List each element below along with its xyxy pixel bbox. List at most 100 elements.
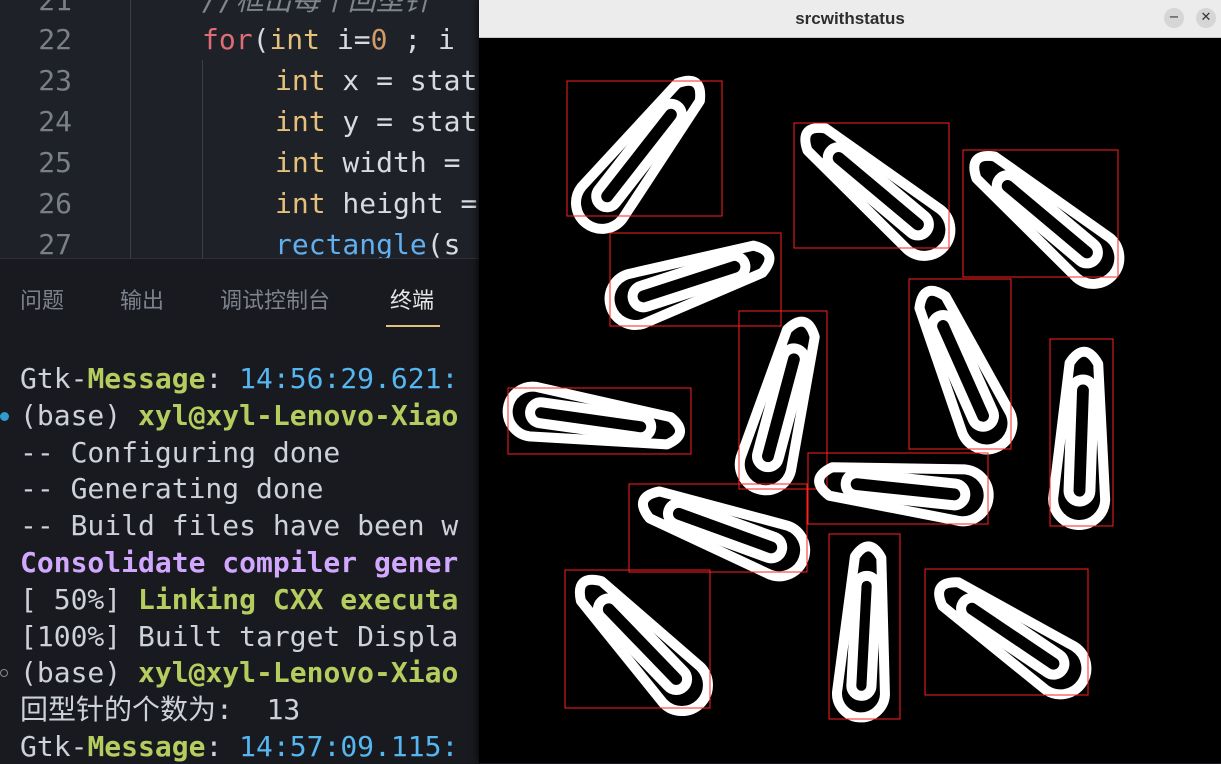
- paperclip-outer-loop: [969, 150, 1125, 289]
- code-token: int: [275, 105, 326, 138]
- code-line[interactable]: 26 int height =: [0, 183, 480, 224]
- minimize-button[interactable]: −: [1164, 8, 1184, 28]
- paperclip: [571, 75, 706, 234]
- paperclip-outer-loop: [638, 486, 811, 582]
- code-text: //框出每个回型针: [202, 0, 432, 21]
- window-titlebar[interactable]: srcwithstatus − ✕: [479, 0, 1221, 38]
- terminal-text: -- Configuring done: [20, 435, 341, 469]
- terminal-text: Consolidate compiler gener: [20, 546, 459, 579]
- terminal-text: -- Build files have been w: [20, 509, 459, 543]
- code-token: y = stat: [325, 105, 478, 138]
- terminal-text: (base): [20, 656, 139, 690]
- terminal-text: Linking CXX executa: [138, 582, 459, 616]
- line-number: 21: [38, 0, 72, 17]
- paperclip: [574, 574, 713, 717]
- terminal-text: [ 50%]: [20, 582, 139, 616]
- panel-tab[interactable]: 终端: [390, 283, 434, 315]
- paperclip: [638, 486, 811, 582]
- paperclip-outer-loop: [604, 240, 775, 330]
- code-text: int y = stat: [275, 101, 477, 142]
- terminal-text: :: [205, 362, 240, 395]
- terminal-line: [100%] Built target Displa: [20, 619, 458, 655]
- code-editor[interactable]: 21 //框出每个回型针 22 for(int i=0 ; i 23 int x = st…: [0, 0, 480, 258]
- terminal-line: (base) xyl@xyl-Lenovo-Xiao: [20, 398, 458, 434]
- image-canvas: [502, 75, 1125, 723]
- code-token: (s: [426, 228, 461, 258]
- terminal-text: Message: [87, 730, 206, 763]
- line-number: 24: [38, 105, 72, 138]
- paperclip: [914, 285, 1018, 455]
- terminal-line: Consolidate compiler gener: [20, 545, 458, 581]
- terminal-text: Gtk-: [20, 730, 88, 763]
- paperclip: [734, 316, 820, 496]
- command-status-dot-icon: [0, 669, 8, 678]
- code-token: for: [202, 23, 253, 56]
- paperclip: [832, 541, 890, 723]
- paperclip: [502, 381, 685, 450]
- panel-tab[interactable]: 输出: [120, 283, 164, 315]
- close-icon: ✕: [1200, 10, 1212, 25]
- code-text: int x = stat: [275, 60, 477, 101]
- paperclip-inner-loop: [846, 570, 882, 701]
- code-text: int height =: [275, 183, 477, 224]
- paperclip-outer-loop: [934, 577, 1092, 700]
- paperclip: [1048, 346, 1111, 530]
- paperclip-outer-loop: [571, 75, 706, 234]
- terminal-line: (base) xyl@xyl-Lenovo-Xiao: [20, 655, 458, 691]
- line-number: 22: [38, 23, 72, 56]
- command-status-dot-icon: [0, 411, 9, 421]
- paperclip-outer-loop: [800, 122, 956, 261]
- code-token: int: [269, 23, 321, 56]
- code-text: rectangle(s: [275, 224, 460, 258]
- terminal-line: -- Generating done: [20, 471, 323, 507]
- code-line[interactable]: 24 int y = stat: [0, 101, 480, 142]
- paperclip: [969, 150, 1125, 289]
- code-token: int: [275, 187, 326, 220]
- terminal-text: 14:56:29.621:: [239, 362, 459, 395]
- close-button[interactable]: ✕: [1196, 8, 1216, 28]
- terminal-text: 回型针的个数为: 13: [20, 693, 301, 727]
- code-token: x = stat: [325, 64, 478, 97]
- line-number: 25: [38, 146, 72, 179]
- terminal-text: [100%] Built target Displa: [20, 619, 459, 653]
- terminal-line: -- Configuring done: [20, 435, 340, 471]
- code-token: //框出每个回型针: [202, 0, 432, 17]
- terminal-text: :: [205, 730, 240, 763]
- terminal-text: xyl@xyl-Lenovo-Xiao: [138, 398, 459, 432]
- terminal-text: -- Generating done: [20, 472, 324, 506]
- line-number: 23: [38, 64, 72, 97]
- code-text: for(int i=0 ; i: [202, 19, 455, 60]
- indent-guide: [202, 60, 203, 258]
- paperclip-outer-loop: [734, 316, 820, 496]
- window-title: srcwithstatus: [795, 9, 905, 28]
- terminal-line: Gtk-Message: 14:57:09.115:: [20, 729, 458, 764]
- terminal-text: (base): [20, 398, 139, 432]
- paperclip-inner-loop: [1063, 374, 1099, 507]
- code-token: int: [275, 64, 326, 97]
- terminal-text: Message: [87, 362, 206, 395]
- code-text: int width =: [275, 142, 460, 183]
- terminal-line: 回型针的个数为: 13: [20, 692, 300, 728]
- code-token: width =: [325, 146, 461, 179]
- minimize-icon: −: [1168, 10, 1180, 25]
- panel-tab[interactable]: 调试控制台: [220, 283, 330, 315]
- code-token: int: [275, 146, 326, 179]
- line-number: 26: [38, 187, 72, 220]
- code-line[interactable]: 21 //框出每个回型针: [0, 0, 480, 21]
- paperclip: [604, 240, 775, 330]
- code-line[interactable]: 22 for(int i=0 ; i: [0, 19, 480, 60]
- code-line[interactable]: 23 int x = stat: [0, 60, 480, 101]
- paperclip: [814, 462, 994, 527]
- code-token: rectangle: [275, 228, 427, 258]
- opencv-image-window[interactable]: srcwithstatus − ✕: [479, 0, 1221, 763]
- code-token: (: [252, 23, 270, 56]
- code-line[interactable]: 27 rectangle(s: [0, 224, 480, 258]
- terminal-line: [ 50%] Linking CXX executa: [20, 582, 458, 618]
- terminal-text: xyl@xyl-Lenovo-Xiao: [138, 656, 459, 690]
- paperclip: [934, 577, 1092, 700]
- panel-tab[interactable]: 问题: [20, 283, 64, 315]
- code-line[interactable]: 25 int width =: [0, 142, 480, 183]
- terminal-line: -- Build files have been w: [20, 508, 458, 544]
- code-token: 0: [370, 23, 388, 56]
- bounding-box: [924, 568, 1089, 696]
